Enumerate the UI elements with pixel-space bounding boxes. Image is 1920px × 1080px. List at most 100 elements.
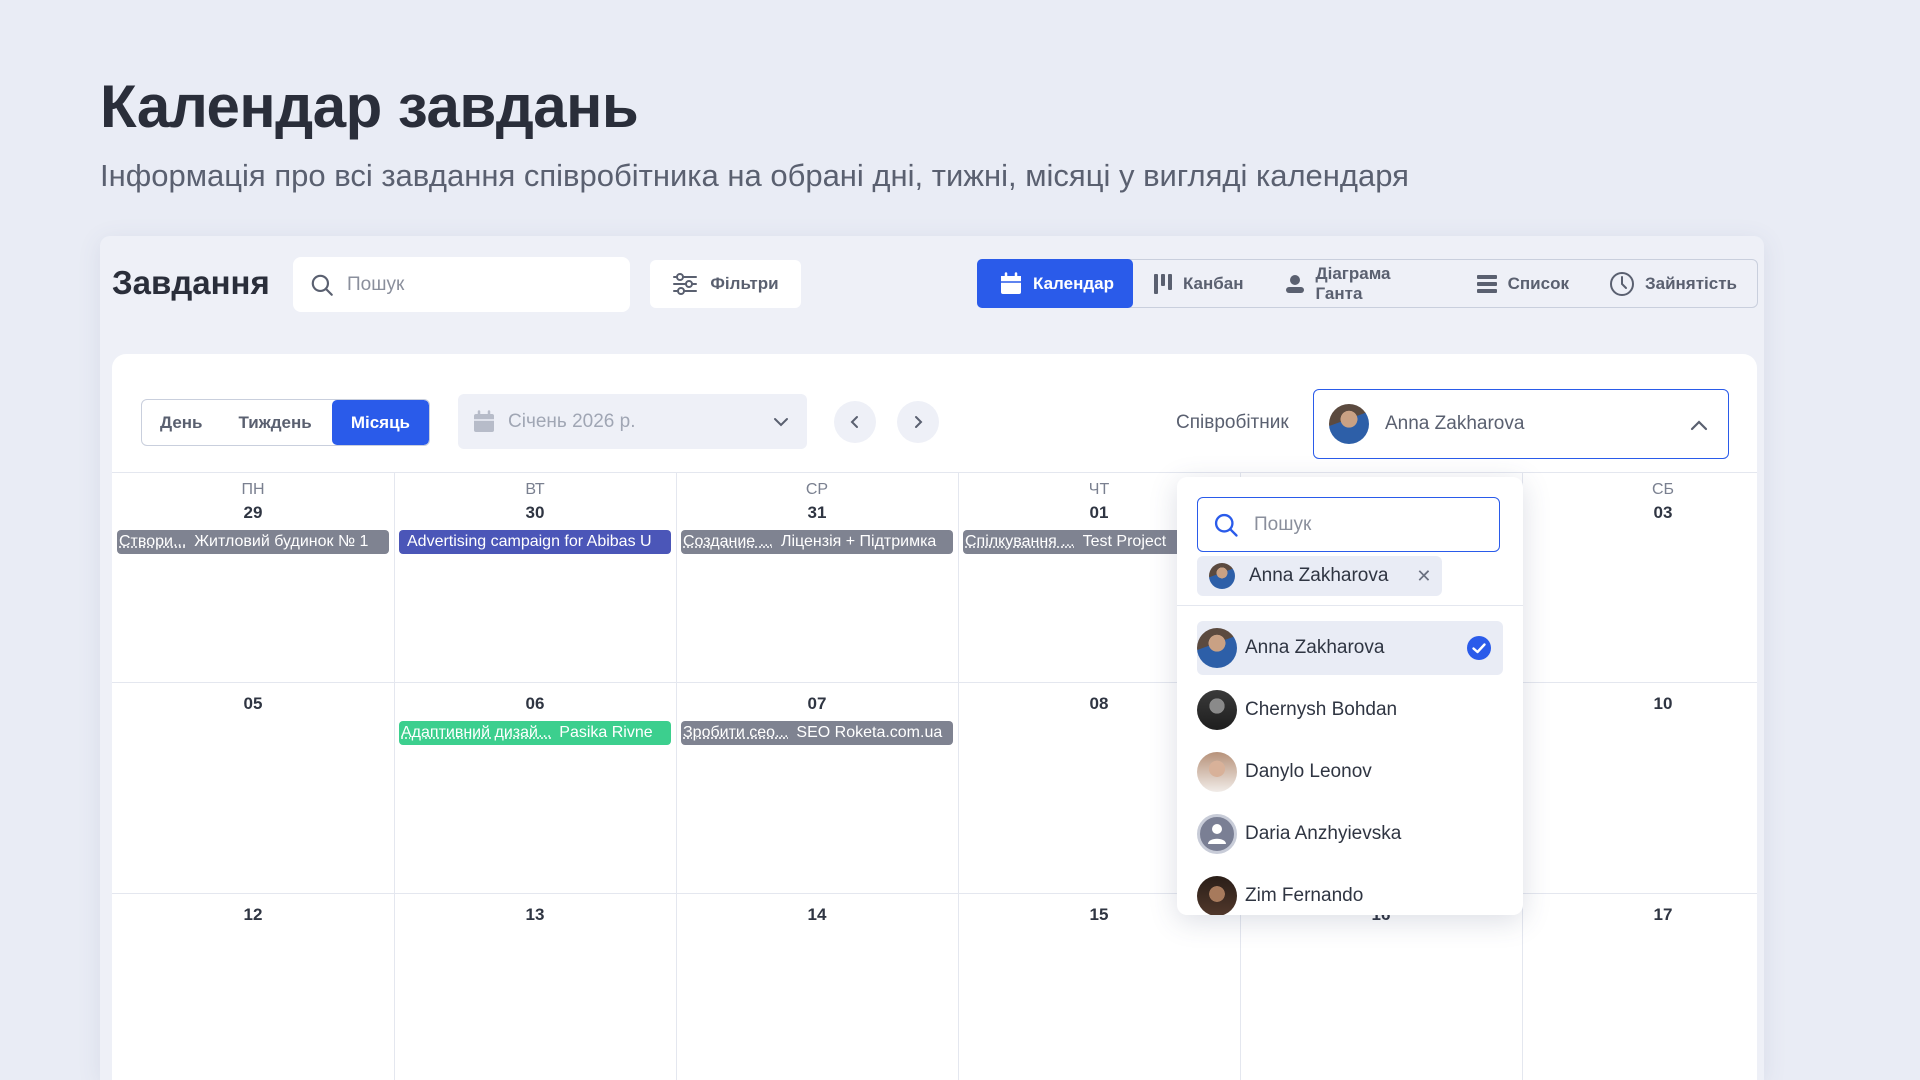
chevron-up-icon (1690, 420, 1708, 431)
tab-list-label: Список (1507, 273, 1569, 293)
employee-option[interactable]: Anna Zakharova (1197, 621, 1503, 675)
tab-workload[interactable]: Зайнятість (1589, 260, 1757, 307)
calendar-event[interactable]: Зробити сео... SEO Roketa.com.ua (681, 721, 953, 745)
page-subtitle: Інформація про всі завдання співробітник… (100, 158, 1409, 193)
employee-option-name: Zim Fernando (1245, 885, 1364, 906)
chip-label: Anna Zakharova (1249, 565, 1389, 586)
filters-label: Фільтри (710, 274, 779, 293)
event-task: Створи... (119, 533, 187, 550)
day-cell-date[interactable]: 12 (112, 905, 394, 925)
employee-select-value: Anna Zakharova (1385, 413, 1525, 434)
event-task: Спілкування ... (965, 533, 1075, 550)
day-cell-date[interactable]: 06 (394, 694, 676, 714)
tab-workload-label: Зайнятість (1644, 273, 1737, 293)
employee-option-name: Daria Anzhyievska (1245, 823, 1402, 844)
event-project: Житловий будинок № 1 (194, 533, 369, 550)
event-project: Advertising campaign for Abibas U (407, 533, 652, 550)
prev-month-button[interactable] (834, 401, 876, 443)
tasks-search-box[interactable] (293, 257, 630, 312)
event-project: Pasika Rivne (559, 724, 653, 741)
employee-option[interactable]: Zim Fernando (1197, 869, 1503, 915)
gantt-icon (1285, 274, 1304, 293)
period-week-button[interactable]: Тиждень (221, 400, 330, 445)
avatar (1197, 690, 1237, 730)
employee-option[interactable]: Chernysh Bohdan (1197, 683, 1503, 737)
day-cell-date[interactable]: 03 (1522, 503, 1764, 523)
chevron-down-icon (774, 418, 788, 427)
weekday-wed: СР (805, 481, 829, 498)
day-cell-date[interactable]: 31 (676, 503, 958, 523)
check-circle-icon (1467, 636, 1491, 660)
employee-option[interactable]: Daria Anzhyievska (1197, 807, 1503, 861)
calendar-event[interactable]: Создание ... Ліцензія + Підтримка (681, 530, 953, 554)
tasks-heading: Завдання (112, 264, 270, 301)
month-picker[interactable]: Січень 2026 р. (458, 394, 807, 449)
event-task: Адаптивний дизай... (401, 724, 552, 741)
search-icon (1214, 513, 1238, 537)
employee-option[interactable]: Danylo Leonov (1197, 745, 1503, 799)
avatar (1197, 752, 1237, 792)
event-project: Ліцензія + Підтримка (780, 533, 937, 550)
calendar-event[interactable]: Створи... Житловий будинок № 1 (117, 530, 389, 554)
view-switcher: Календар Канбан Діаграма Ганта Список За… (977, 259, 1758, 308)
tab-gantt[interactable]: Діаграма Ганта (1264, 260, 1456, 307)
filters-button[interactable]: Фільтри (650, 260, 801, 308)
next-month-button[interactable] (897, 401, 939, 443)
avatar (1329, 404, 1369, 444)
search-icon (311, 274, 333, 296)
day-cell-date[interactable]: 10 (1522, 694, 1764, 714)
day-cell-date[interactable]: 17 (1522, 905, 1764, 925)
tab-gantt-label: Діаграма Ганта (1315, 263, 1391, 303)
sliders-icon (673, 273, 698, 295)
event-project: Test Project (1082, 533, 1167, 550)
avatar (1197, 876, 1237, 915)
employee-option-name: Chernysh Bohdan (1245, 699, 1398, 720)
day-cell-date[interactable]: 14 (676, 905, 958, 925)
period-day-button[interactable]: День (142, 400, 221, 445)
tab-list[interactable]: Список (1456, 260, 1589, 307)
calendar-event[interactable]: Advertising campaign for Abibas U (399, 530, 671, 554)
calendar-event[interactable]: Адаптивний дизай... Pasika Rivne (399, 721, 671, 745)
employee-dropdown: Anna Zakharova ✕ Anna Zakharova Chernysh… (1177, 477, 1523, 915)
tab-kanban-label: Канбан (1182, 273, 1244, 293)
period-switcher: День Тиждень Місяць (141, 399, 430, 446)
event-task: Зробити сео... (683, 724, 789, 741)
close-icon[interactable]: ✕ (1416, 566, 1431, 587)
tasks-search-input[interactable] (347, 273, 587, 296)
kanban-icon (1153, 273, 1172, 294)
weekday-mon: ПН (241, 481, 265, 498)
employee-search-input[interactable] (1254, 513, 1474, 536)
avatar (1197, 628, 1237, 668)
tab-kanban[interactable]: Канбан (1133, 260, 1264, 307)
page-title: Календар завдань (100, 73, 639, 140)
list-icon (1476, 274, 1497, 293)
employee-option-name: Anna Zakharova (1245, 637, 1385, 658)
employee-select[interactable]: Anna Zakharova (1313, 389, 1729, 459)
user-icon (1208, 824, 1226, 844)
period-month-button[interactable]: Місяць (331, 400, 429, 445)
chevron-right-icon (915, 416, 923, 428)
event-project: SEO Roketa.com.ua (796, 724, 943, 741)
day-cell-date[interactable]: 29 (112, 503, 394, 523)
chevron-left-icon (850, 416, 858, 428)
weekday-tue: ВТ (525, 481, 545, 498)
avatar (1209, 563, 1235, 589)
selected-employee-chip: Anna Zakharova ✕ (1197, 556, 1442, 596)
day-cell-date[interactable]: 07 (676, 694, 958, 714)
day-cell-date[interactable]: 05 (112, 694, 394, 714)
calendar-icon (1001, 271, 1021, 294)
employee-search-box[interactable] (1197, 497, 1500, 552)
day-cell-date[interactable]: 13 (394, 905, 676, 925)
tab-calendar[interactable]: Календар (977, 259, 1133, 308)
weekday-sat: СБ (1651, 481, 1675, 498)
calendar-icon (474, 409, 494, 432)
employee-option-name: Danylo Leonov (1245, 761, 1372, 782)
employee-options-list: Anna Zakharova Chernysh Bohdan Danylo Le… (1177, 621, 1523, 915)
tab-calendar-label: Календар (1033, 273, 1114, 293)
day-cell-date[interactable]: 30 (394, 503, 676, 523)
grid-column-divider (676, 473, 677, 1080)
employee-label: Співробітник (1176, 412, 1289, 433)
month-picker-value: Січень 2026 р. (508, 410, 636, 432)
grid-column-divider (394, 473, 395, 1080)
avatar (1197, 814, 1237, 854)
